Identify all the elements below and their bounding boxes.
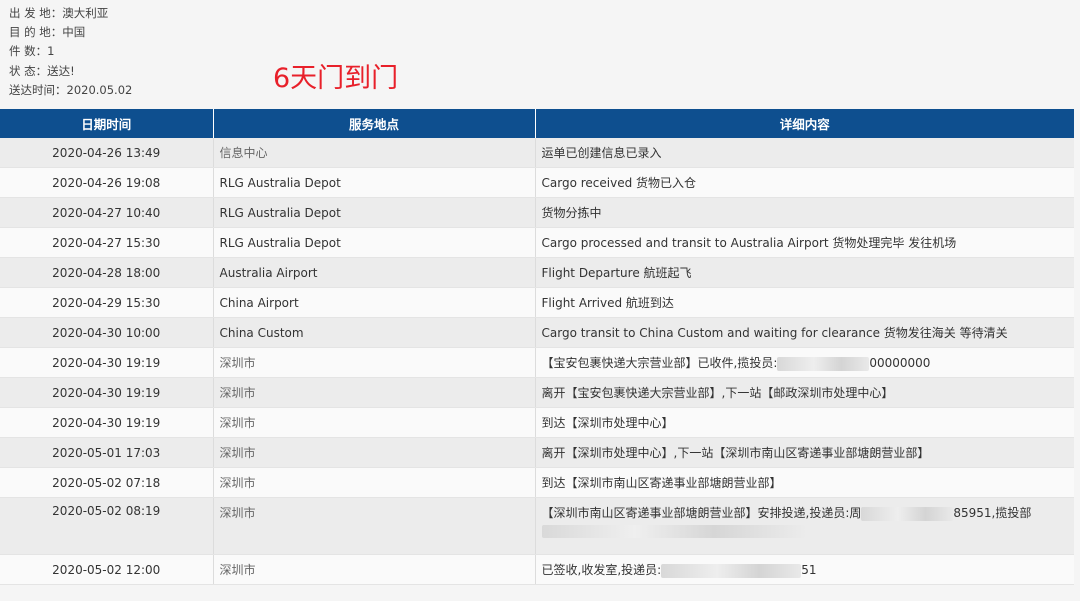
table-row: 2020-04-29 15:30 China Airport Flight Ar…	[0, 287, 1074, 318]
cell-detail: 离开【深圳市处理中心】,下一站【深圳市南山区寄递事业部塘朗营业部】	[535, 437, 1074, 468]
table-row: 2020-05-02 07:18 深圳市 到达【深圳市南山区寄递事业部塘朗营业部…	[0, 467, 1074, 498]
cell-detail: 到达【深圳市处理中心】	[535, 407, 1074, 438]
cell-location: 深圳市	[213, 407, 536, 438]
cell-detail: 已签收,收发室,投递员: 51	[535, 554, 1074, 585]
detail-text: 【深圳市南山区寄递事业部塘朗营业部】安排投递,投递员:周	[541, 506, 862, 520]
redacted-mask	[541, 525, 807, 538]
detail-tail-text: 00000000	[869, 356, 931, 370]
redacted-mask	[661, 563, 802, 578]
detail-text: 已签收,收发室,投递员:	[541, 563, 662, 577]
cell-location: RLG Australia Depot	[213, 167, 536, 198]
status-text: 状 态：送达!	[9, 63, 75, 78]
cell-location: RLG Australia Depot	[213, 197, 536, 228]
cell-location: 深圳市	[213, 377, 536, 408]
cell-location: 深圳市	[213, 347, 536, 378]
cell-datetime: 2020-04-28 18:00	[0, 257, 214, 288]
cell-datetime: 2020-04-29 15:30	[0, 287, 214, 318]
cell-location: 深圳市	[213, 497, 536, 555]
table-row: 2020-04-26 13:49 信息中心 运单已创建信息已录入	[0, 138, 1074, 168]
destination-text: 目 的 地：中国	[9, 25, 86, 40]
table-row: 2020-04-27 10:40 RLG Australia Depot 货物分…	[0, 197, 1074, 228]
cell-datetime: 2020-05-02 08:19	[0, 497, 214, 555]
cell-detail: Cargo received 货物已入仓	[535, 167, 1074, 198]
redacted-mask	[861, 506, 954, 521]
table-row: 2020-05-02 12:00 深圳市 已签收,收发室,投递员: 51	[0, 554, 1074, 585]
cell-detail: Flight Departure 航班起飞	[535, 257, 1074, 288]
table-row: 2020-04-30 10:00 China Custom Cargo tran…	[0, 317, 1074, 348]
detail-text: 【宝安包裹快递大宗营业部】已收件,揽投员:	[541, 356, 778, 370]
header-detail: 详细内容	[535, 109, 1074, 138]
table-row: 2020-04-30 19:19 深圳市 到达【深圳市处理中心】	[0, 407, 1074, 438]
table-row: 2020-04-30 19:19 深圳市 【宝安包裹快递大宗营业部】已收件,揽投…	[0, 347, 1074, 378]
origin-text: 出 发 地：澳大利亚	[9, 6, 109, 20]
header-datetime: 日期时间	[0, 109, 214, 138]
cell-detail: Cargo processed and transit to Australia…	[535, 227, 1074, 258]
cell-datetime: 2020-04-30 19:19	[0, 407, 214, 438]
cell-datetime: 2020-04-26 13:49	[0, 138, 214, 168]
cell-datetime: 2020-04-30 10:00	[0, 317, 214, 348]
cell-location: 深圳市	[213, 437, 536, 468]
delivered-time-text: 送达时间：2020.05.02	[9, 82, 133, 97]
cell-datetime: 2020-05-01 17:03	[0, 437, 214, 468]
cell-location: Australia Airport	[213, 257, 536, 288]
cell-location: 信息中心	[213, 138, 536, 168]
header-location: 服务地点	[213, 109, 536, 138]
cell-detail: 到达【深圳市南山区寄递事业部塘朗营业部】	[535, 467, 1074, 498]
cell-location: RLG Australia Depot	[213, 227, 536, 258]
cell-datetime: 2020-04-30 19:19	[0, 377, 214, 408]
cell-datetime: 2020-04-30 19:19	[0, 347, 214, 378]
table-row: 2020-04-27 15:30 RLG Australia Depot Car…	[0, 227, 1074, 258]
cell-datetime: 2020-05-02 07:18	[0, 467, 214, 498]
cell-datetime: 2020-04-27 10:40	[0, 197, 214, 228]
detail-tail-text: 51	[801, 563, 817, 577]
cell-detail: 货物分拣中	[535, 197, 1074, 228]
table-header-row: 日期时间 服务地点 详细内容	[0, 109, 1074, 138]
cell-location: 深圳市	[213, 554, 536, 585]
cell-detail: Cargo transit to China Custom and waitin…	[535, 317, 1074, 348]
cell-detail: 【宝安包裹快递大宗营业部】已收件,揽投员: 00000000	[535, 347, 1074, 378]
redacted-mask	[777, 356, 870, 371]
cell-datetime: 2020-04-27 15:30	[0, 227, 214, 258]
table-row: 2020-04-28 18:00 Australia Airport Fligh…	[0, 257, 1074, 288]
pieces-text: 件 数：1	[9, 44, 55, 59]
cell-detail: 【深圳市南山区寄递事业部塘朗营业部】安排投递,投递员:周 85951,揽投部	[535, 497, 1074, 555]
cell-datetime: 2020-04-26 19:08	[0, 167, 214, 198]
shipment-info: 出 发 地：澳大利亚 目 的 地：中国 件 数：1 状 态：送达! 送达时间：2…	[9, 4, 132, 100]
cell-detail: Flight Arrived 航班到达	[535, 287, 1074, 318]
tracking-table: 日期时间 服务地点 详细内容 2020-04-26 13:49 信息中心 运单已…	[0, 109, 1074, 585]
cell-detail: 运单已创建信息已录入	[535, 138, 1074, 168]
table-row: 2020-04-30 19:19 深圳市 离开【宝安包裹快递大宗营业部】,下一站…	[0, 377, 1074, 408]
table-row: 2020-05-01 17:03 深圳市 离开【深圳市处理中心】,下一站【深圳市…	[0, 437, 1074, 468]
table-row: 2020-05-02 08:19 深圳市 【深圳市南山区寄递事业部塘朗营业部】安…	[0, 497, 1074, 555]
table-row: 2020-04-26 19:08 RLG Australia Depot Car…	[0, 167, 1074, 198]
cell-location: China Airport	[213, 287, 536, 318]
cell-detail: 离开【宝安包裹快递大宗营业部】,下一站【邮政深圳市处理中心】	[535, 377, 1074, 408]
detail-tail-text: 85951,揽投部	[953, 506, 1032, 520]
headline-text: 6天门到门	[273, 63, 399, 94]
cell-location: China Custom	[213, 317, 536, 348]
cell-location: 深圳市	[213, 467, 536, 498]
cell-datetime: 2020-05-02 12:00	[0, 554, 214, 585]
